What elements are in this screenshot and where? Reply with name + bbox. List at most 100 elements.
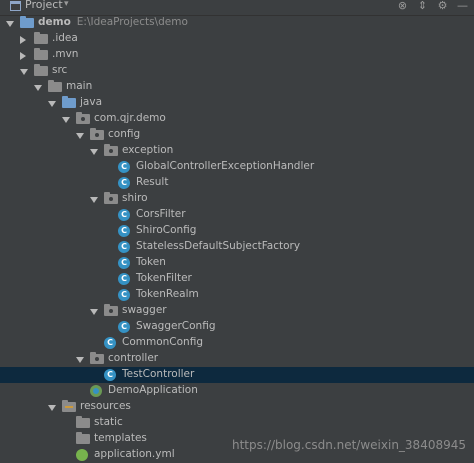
tree-item-label: CorsFilter <box>136 208 186 220</box>
tree-item-name: DemoApplication <box>108 384 198 396</box>
tree-row[interactable]: C TokenFilter <box>0 271 474 287</box>
tree-row[interactable]: swagger <box>0 303 474 319</box>
tree-item-name: Result <box>136 176 169 188</box>
class-icon: C <box>118 209 130 221</box>
tree-row[interactable]: java <box>0 95 474 111</box>
class-icon: C <box>118 241 130 253</box>
tree-item-label: DemoApplication <box>108 384 198 396</box>
tree-row[interactable]: config <box>0 127 474 143</box>
tree-item-label: .mvn <box>52 48 78 60</box>
tree-item-name: CommonConfig <box>122 336 203 348</box>
expand-arrow-icon[interactable] <box>76 357 84 363</box>
source-folder-icon <box>62 96 76 108</box>
tree-item-label: com.qjr.demo <box>94 112 166 124</box>
tree-row[interactable]: .idea <box>0 31 474 47</box>
tree-item-name: .idea <box>52 32 78 44</box>
folder-icon <box>34 32 48 44</box>
collapse-arrow-icon[interactable] <box>20 52 26 60</box>
tree-row[interactable]: C CorsFilter <box>0 207 474 223</box>
tree-row[interactable]: .mvn <box>0 47 474 63</box>
project-panel-header: Project ▾ ⊗ ⇕ ⚙ — <box>0 0 474 16</box>
tree-row[interactable]: C GlobalControllerExceptionHandler <box>0 159 474 175</box>
expand-arrow-icon[interactable] <box>62 117 70 123</box>
hide-icon[interactable]: — <box>456 0 469 13</box>
tree-row[interactable]: main <box>0 79 474 95</box>
tree-item-label: controller <box>108 352 158 364</box>
tree-row[interactable]: exception <box>0 143 474 159</box>
tree-item-name: application.yml <box>94 448 175 460</box>
tree-item-label: resources <box>80 400 131 412</box>
folder-icon <box>76 416 90 428</box>
tree-row[interactable]: static <box>0 415 474 431</box>
class-icon: C <box>118 177 130 189</box>
tree-row[interactable]: C TestController <box>0 367 474 383</box>
expand-arrow-icon[interactable] <box>76 133 84 139</box>
folder-icon <box>34 64 48 76</box>
tree-item-name: shiro <box>122 192 148 204</box>
tree-row[interactable]: C Result <box>0 175 474 191</box>
tree-row[interactable]: C ShiroConfig <box>0 223 474 239</box>
module-path: E:\IdeaProjects\demo <box>76 16 188 28</box>
tree-item-name: TestController <box>122 368 195 380</box>
tree-item-label: GlobalControllerExceptionHandler <box>136 160 314 172</box>
package-icon <box>104 192 118 204</box>
expand-arrow-icon[interactable] <box>90 309 98 315</box>
tree-item-label: CommonConfig <box>122 336 203 348</box>
tree-item-name: Token <box>136 256 166 268</box>
target-icon[interactable]: ⊗ <box>396 0 409 13</box>
class-icon: C <box>104 337 116 349</box>
tree-row[interactable]: src <box>0 63 474 79</box>
expand-arrow-icon[interactable] <box>6 21 14 27</box>
tree-item-label: Result <box>136 176 168 188</box>
expand-arrow-icon[interactable] <box>90 197 98 203</box>
class-icon: C <box>118 321 130 333</box>
class-icon: C <box>118 289 130 301</box>
tree-item-label: SwaggerConfig <box>136 320 215 332</box>
tree-item-label: TokenFilter <box>136 272 192 284</box>
expand-arrow-icon[interactable] <box>20 69 28 75</box>
expand-arrow-icon[interactable] <box>48 405 56 411</box>
tree-row[interactable]: shiro <box>0 191 474 207</box>
tree-row[interactable]: C CommonConfig <box>0 335 474 351</box>
expand-arrow-icon[interactable] <box>90 149 98 155</box>
tree-item-label: main <box>66 80 92 92</box>
package-icon <box>90 128 104 140</box>
tree-item-label: shiro <box>122 192 148 204</box>
tree-item-name: exception <box>122 144 174 156</box>
expand-arrow-icon[interactable] <box>34 85 42 91</box>
collapse-icon[interactable]: ⇕ <box>416 0 429 13</box>
tree-row[interactable]: resources <box>0 399 474 415</box>
tree-row[interactable]: C TokenRealm <box>0 287 474 303</box>
package-icon <box>90 352 104 364</box>
class-icon: C <box>118 273 130 285</box>
tree-item-name: SwaggerConfig <box>136 320 216 332</box>
tree-item-name: TokenFilter <box>136 272 192 284</box>
tree-item-label: swagger <box>122 304 167 316</box>
collapse-arrow-icon[interactable] <box>20 36 26 44</box>
expand-arrow-icon[interactable] <box>48 101 56 107</box>
tree-row[interactable]: C SwaggerConfig <box>0 319 474 335</box>
tree-item-label: templates <box>94 432 147 444</box>
tree-item-label: demo E:\IdeaProjects\demo <box>38 16 188 28</box>
tree-item-name: CorsFilter <box>136 208 186 220</box>
tree-row[interactable]: com.qjr.demo <box>0 111 474 127</box>
tree-item-label: exception <box>122 144 173 156</box>
class-icon: C <box>118 225 130 237</box>
tree-item-name: controller <box>108 352 159 364</box>
chevron-down-icon[interactable]: ▾ <box>64 0 69 9</box>
panel-title[interactable]: Project <box>25 0 63 11</box>
tree-row[interactable]: demo E:\IdeaProjects\demo <box>0 15 474 31</box>
watermark: https://blog.csdn.net/weixin_38408945 <box>231 438 466 452</box>
gear-icon[interactable]: ⚙ <box>436 0 449 13</box>
yml-file-icon <box>76 449 88 461</box>
tree-item-label: application.yml <box>94 448 175 460</box>
tree-row[interactable]: controller <box>0 351 474 367</box>
tree-item-label: static <box>94 416 123 428</box>
package-icon <box>104 304 118 316</box>
tree-item-label: StatelessDefaultSubjectFactory <box>136 240 300 252</box>
tree-row[interactable]: DemoApplication <box>0 383 474 399</box>
tree-row[interactable]: C StatelessDefaultSubjectFactory <box>0 239 474 255</box>
tree-item-label: TestController <box>122 368 194 380</box>
class-icon: C <box>118 257 130 269</box>
tree-row[interactable]: C Token <box>0 255 474 271</box>
